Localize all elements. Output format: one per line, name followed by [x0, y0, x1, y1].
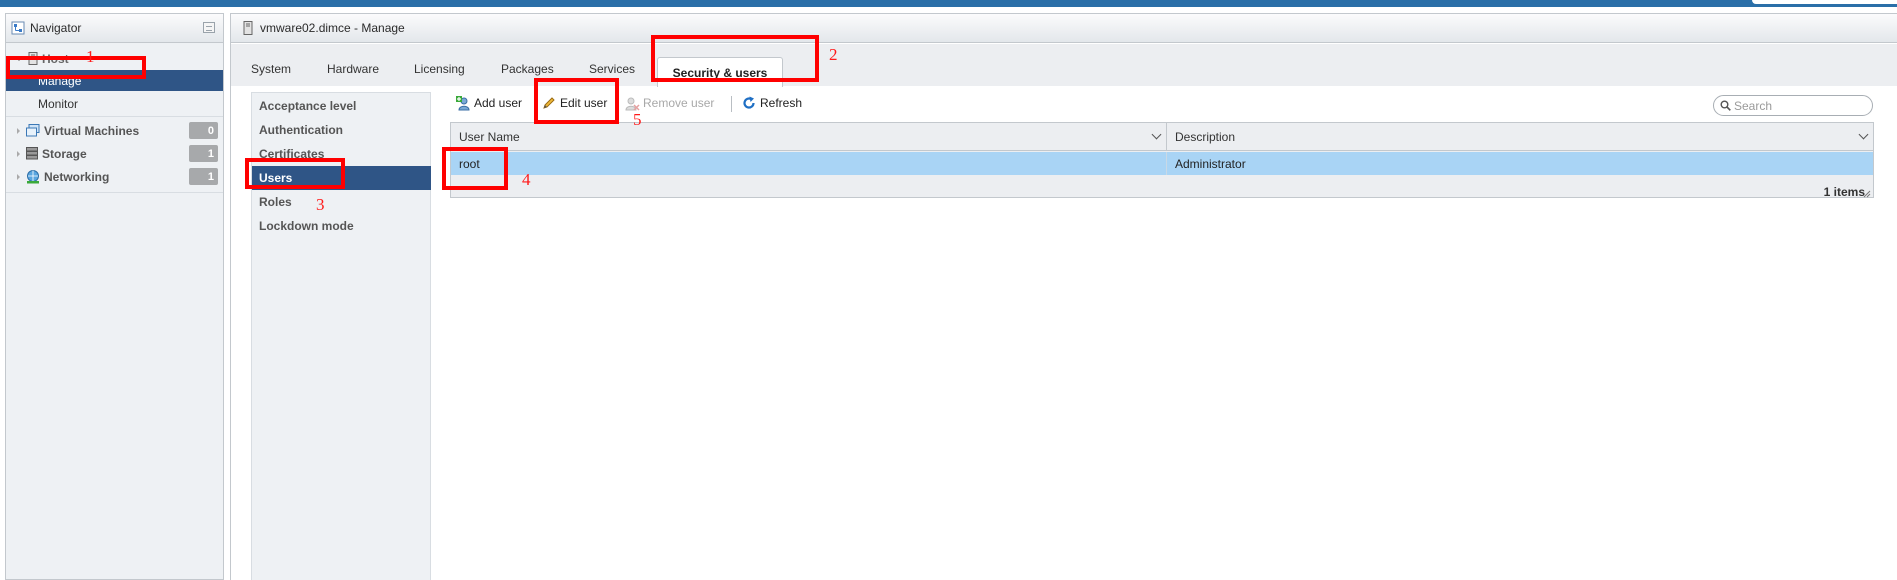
refresh-icon	[741, 95, 757, 111]
manage-label: Manage	[38, 73, 82, 88]
virtual-machines-icon	[26, 124, 40, 137]
top-bar	[0, 0, 1897, 7]
add-user-label: Add user	[474, 96, 523, 110]
user-name-cell: root	[459, 156, 480, 171]
navigator-title: Navigator	[30, 21, 82, 35]
submenu-item-authentication[interactable]: Authentication	[252, 118, 431, 142]
tree-divider	[6, 116, 223, 117]
add-user-icon	[455, 95, 471, 111]
collapse-navigator-icon[interactable]	[203, 22, 215, 33]
annotation-number: 2	[829, 45, 838, 64]
tree-item-monitor[interactable]: Monitor	[6, 92, 223, 115]
networking-icon	[26, 169, 40, 184]
edit-user-label: Edit user	[560, 96, 608, 110]
tree-item-virtual-machines[interactable]: Virtual Machines 0	[6, 119, 223, 142]
refresh-label: Refresh	[760, 96, 803, 110]
refresh-button[interactable]: Refresh	[741, 93, 802, 113]
column-label: Description	[1175, 130, 1236, 144]
column-menu-icon[interactable]	[1858, 129, 1869, 140]
main-header: vmware02.dimce - Manage	[231, 14, 1897, 43]
host-label: Host	[42, 51, 69, 66]
tab-packages[interactable]: Packages	[501, 62, 554, 76]
search-input[interactable]	[1734, 98, 1864, 113]
navigator-header: Navigator	[6, 14, 223, 43]
navigator-icon	[10, 20, 26, 36]
submenu-item-roles[interactable]: Roles	[252, 190, 431, 214]
monitor-label: Monitor	[38, 96, 79, 111]
host-icon	[240, 20, 256, 36]
virtual-machines-label: Virtual Machines	[44, 123, 140, 138]
pencil-icon	[541, 95, 557, 111]
submenu-item-users[interactable]: Users	[252, 166, 431, 190]
tab-services[interactable]: Services	[589, 62, 635, 76]
navigator-panel: Navigator Host Manage Monitor Virtual Ma…	[5, 13, 224, 580]
storage-icon	[26, 147, 38, 160]
main-panel: vmware02.dimce - Manage System Hardware …	[230, 13, 1897, 580]
tree-item-storage[interactable]: Storage 1	[6, 142, 223, 165]
expand-caret-icon[interactable]	[17, 173, 20, 180]
grid-header: User Name Description	[451, 123, 1873, 151]
search-icon	[1720, 100, 1731, 111]
expand-caret-icon[interactable]	[17, 150, 20, 157]
tab-security-users[interactable]: Security & users	[657, 57, 783, 87]
expand-caret-icon[interactable]	[15, 56, 23, 61]
remove-user-icon	[624, 95, 640, 111]
storage-label: Storage	[42, 146, 87, 161]
annotation-number: 5	[633, 110, 642, 129]
users-grid: User Name Description root Administrator…	[450, 122, 1874, 199]
annotation-number: 1	[86, 47, 95, 66]
tab-system[interactable]: System	[251, 62, 291, 76]
item-count: 1 items	[1823, 185, 1865, 199]
column-menu-icon[interactable]	[1151, 129, 1162, 140]
column-header-user-name[interactable]: User Name	[451, 123, 1166, 151]
top-bar-notch	[1752, 0, 1897, 4]
remove-user-label: Remove user	[643, 96, 715, 110]
toolbar-separator	[731, 96, 732, 112]
page-title: vmware02.dimce - Manage	[260, 21, 405, 35]
count-badge: 1	[189, 168, 218, 185]
add-user-button[interactable]: Add user	[455, 93, 522, 113]
count-badge: 0	[189, 122, 218, 139]
resize-handle-icon[interactable]	[1863, 187, 1871, 198]
tree-divider	[6, 192, 223, 193]
search-box[interactable]	[1713, 95, 1873, 116]
submenu-item-acceptance-level[interactable]: Acceptance level	[252, 94, 431, 118]
tree-item-host[interactable]: Host	[6, 47, 223, 70]
description-cell: Administrator	[1175, 156, 1246, 171]
settings-submenu: Acceptance level Authentication Certific…	[251, 92, 431, 580]
tree-item-manage[interactable]: Manage	[6, 70, 223, 91]
expand-caret-icon[interactable]	[17, 127, 20, 134]
edit-user-button[interactable]: Edit user	[541, 93, 607, 113]
annotation-number: 3	[316, 195, 325, 214]
tab-hardware[interactable]: Hardware	[327, 62, 379, 76]
submenu-item-lockdown-mode[interactable]: Lockdown mode	[252, 214, 431, 238]
column-label: User Name	[459, 130, 520, 144]
column-header-description[interactable]: Description	[1167, 123, 1873, 151]
tree-item-networking[interactable]: Networking 1	[6, 165, 223, 188]
count-badge: 1	[189, 145, 218, 162]
submenu-item-certificates[interactable]: Certificates	[252, 142, 431, 166]
table-row[interactable]: root Administrator	[451, 152, 1873, 175]
networking-label: Networking	[44, 169, 110, 184]
tab-bar: System Hardware Licensing Packages Servi…	[231, 44, 1897, 87]
host-icon	[28, 52, 38, 65]
annotation-number: 4	[522, 170, 531, 189]
tab-licensing[interactable]: Licensing	[414, 62, 465, 76]
